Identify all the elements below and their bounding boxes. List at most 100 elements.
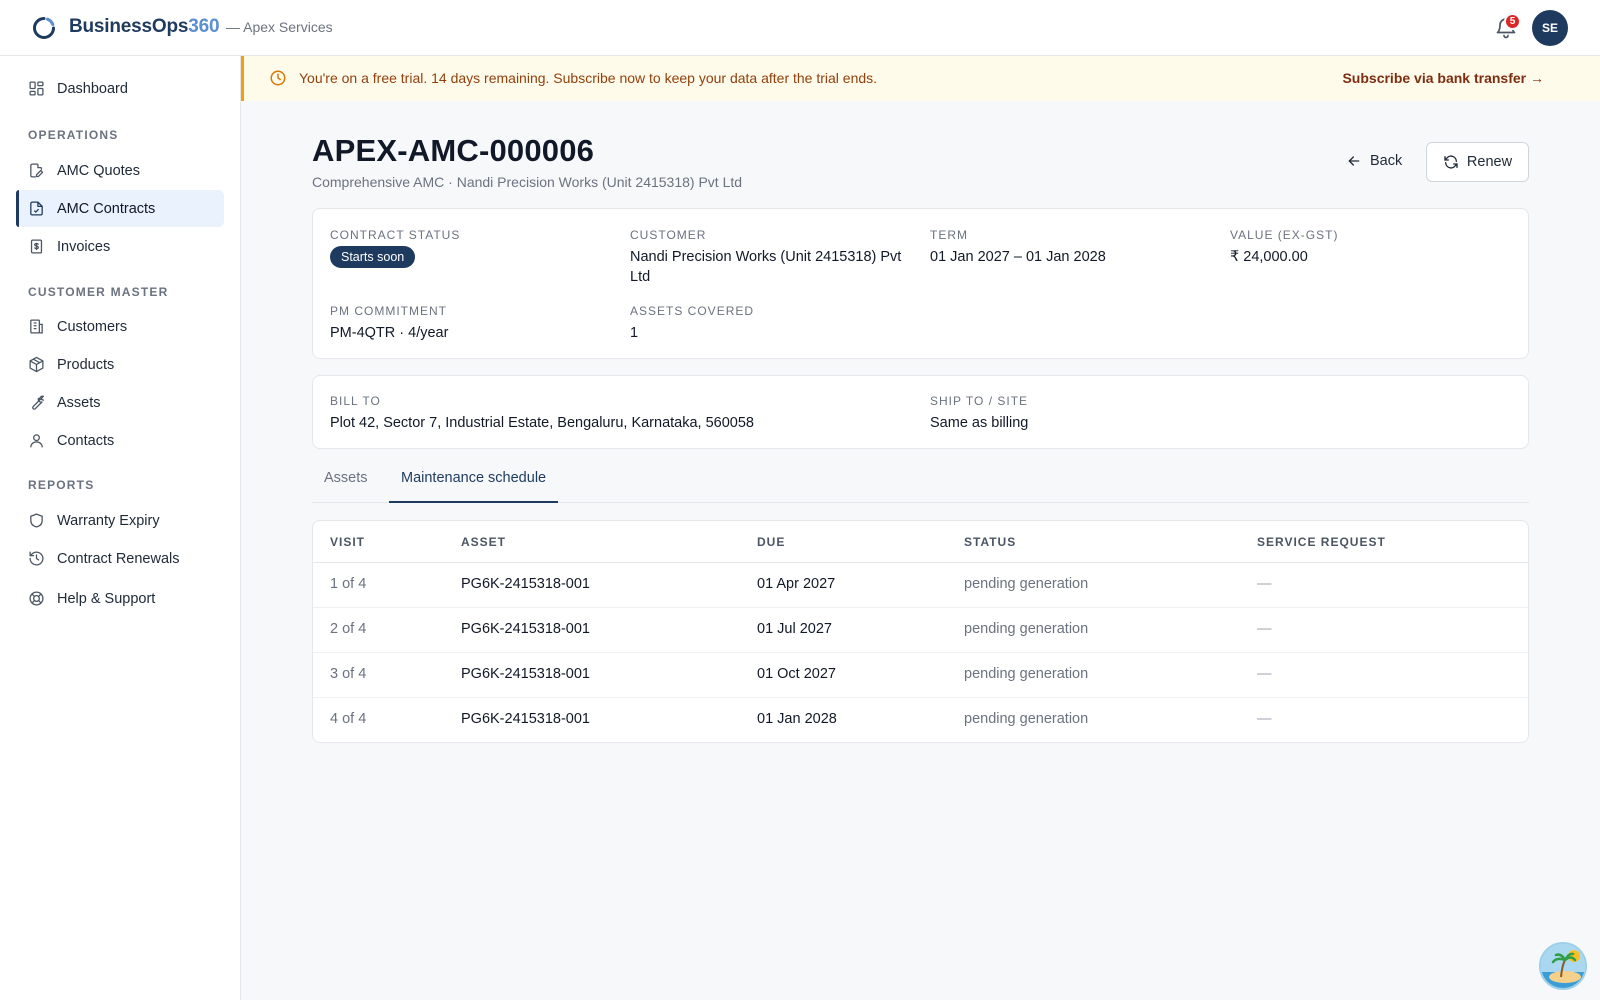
sidebar-item-contacts[interactable]: Contacts [16, 422, 224, 459]
top-bar: BusinessOps360 — Apex Services 5 SE [0, 0, 1600, 56]
sidebar-item-invoices[interactable]: Invoices [16, 228, 224, 265]
value-amount: ₹ 24,000.00 [1230, 249, 1308, 265]
assets-covered-value: 1 [630, 325, 639, 341]
ship-to-value: Same as billing [930, 415, 1029, 431]
renew-button[interactable]: Renew [1426, 142, 1529, 182]
table-row[interactable]: 3 of 4 PG6K-2415318-001 01 Oct 2027 pend… [313, 653, 1528, 698]
renew-label: Renew [1466, 154, 1513, 170]
org-name: — Apex Services [226, 19, 333, 35]
pm-commitment-label: PM COMMITMENT [330, 304, 447, 318]
pm-commitment-value: PM-4QTR · 4/year [330, 325, 449, 341]
asset-cell[interactable]: PG6K-2415318-001 [461, 621, 590, 637]
clock-icon [270, 70, 286, 86]
customer-value[interactable]: Nandi Precision Works (Unit 2415318) Pvt… [630, 247, 910, 287]
package-icon [29, 356, 44, 373]
assistant-widget[interactable] [1539, 942, 1587, 990]
page-subtitle: Comprehensive AMC · Nandi Precision Work… [312, 174, 743, 190]
sidebar-item-contract-renewals[interactable]: Contract Renewals [16, 540, 224, 577]
service-request-cell: — [1257, 576, 1272, 592]
contract-status-label: CONTRACT STATUS [330, 228, 461, 242]
sidebar-item-label: Assets [57, 394, 101, 411]
due-cell: 01 Jul 2027 [757, 621, 832, 637]
visit-cell: 3 of 4 [330, 666, 367, 682]
status-badge: Starts soon [330, 246, 416, 268]
header-due: DUE [757, 535, 786, 549]
sidebar-item-customers[interactable]: Customers [16, 308, 224, 345]
logo-icon [33, 17, 55, 39]
back-label: Back [1370, 153, 1403, 169]
refresh-icon [1444, 155, 1458, 169]
header-service-request: SERVICE REQUEST [1257, 535, 1386, 549]
section-reports: REPORTS [28, 478, 95, 492]
asset-cell[interactable]: PG6K-2415318-001 [461, 576, 590, 592]
sidebar-item-label: AMC Quotes [57, 162, 140, 179]
status-cell: pending generation [964, 666, 1089, 682]
table-row[interactable]: 2 of 4 PG6K-2415318-001 01 Jul 2027 pend… [313, 608, 1528, 653]
lifebuoy-icon [29, 591, 44, 606]
bill-to-label: BILL TO [330, 394, 381, 408]
service-request-cell: — [1257, 666, 1272, 682]
dashboard-icon [29, 81, 44, 96]
brand-main: BusinessOps [69, 16, 189, 37]
asset-cell[interactable]: PG6K-2415318-001 [461, 711, 590, 727]
bill-to-value: Plot 42, Sector 7, Industrial Estate, Be… [330, 415, 754, 431]
contract-summary-card: CONTRACT STATUS Starts soon CUSTOMER Nan… [312, 208, 1529, 359]
table-row[interactable]: 1 of 4 PG6K-2415318-001 01 Apr 2027 pend… [313, 563, 1528, 608]
assets-covered-label: ASSETS COVERED [630, 304, 755, 318]
sidebar-item-label: Customers [57, 318, 128, 335]
shield-icon [30, 513, 43, 528]
avatar[interactable]: SE [1532, 10, 1568, 46]
brand-name[interactable]: BusinessOps360 [69, 16, 220, 38]
user-icon [30, 434, 43, 448]
sidebar-item-dashboard[interactable]: Dashboard [16, 70, 224, 107]
sidebar-item-label: Contract Renewals [57, 550, 180, 567]
header-visit: VISIT [330, 535, 366, 549]
term-label: TERM [930, 228, 968, 242]
status-cell: pending generation [964, 621, 1089, 637]
wrench-icon [32, 395, 45, 410]
sidebar-item-amc-contracts[interactable]: AMC Contracts [16, 190, 224, 227]
table-row[interactable]: 4 of 4 PG6K-2415318-001 01 Jan 2028 pend… [313, 698, 1528, 742]
subscribe-link[interactable]: Subscribe via bank transfer → [1342, 70, 1544, 86]
value-label: VALUE (EX-GST) [1230, 228, 1339, 242]
building-icon [30, 319, 43, 334]
status-cell: pending generation [964, 576, 1089, 592]
trial-banner: You're on a free trial. 14 days remainin… [241, 56, 1600, 101]
visit-cell: 4 of 4 [330, 711, 367, 727]
file-check-icon [30, 201, 43, 216]
island-icon [1541, 944, 1585, 988]
sidebar-item-label: Help & Support [57, 590, 156, 607]
due-cell: 01 Apr 2027 [757, 576, 836, 592]
sidebar-item-label: AMC Contracts [57, 200, 156, 217]
service-request-cell: — [1257, 711, 1272, 727]
service-request-cell: — [1257, 621, 1272, 637]
section-customer-master: CUSTOMER MASTER [28, 285, 169, 299]
arrow-left-icon [1348, 156, 1360, 166]
sidebar-item-amc-quotes[interactable]: AMC Quotes [16, 152, 224, 189]
header-status: STATUS [964, 535, 1017, 549]
header-asset: ASSET [461, 535, 507, 549]
sidebar-item-label: Invoices [57, 238, 111, 255]
sidebar: Dashboard OPERATIONS AMC Quotes AMC Cont… [0, 56, 241, 1000]
sidebar-item-label: Contacts [57, 432, 115, 449]
term-value: 01 Jan 2027 – 01 Jan 2028 [930, 249, 1106, 265]
sidebar-item-assets[interactable]: Assets [16, 384, 224, 421]
visit-cell: 2 of 4 [330, 621, 367, 637]
sidebar-item-help-support[interactable]: Help & Support [16, 580, 224, 617]
tab-assets[interactable]: Assets [312, 470, 380, 503]
asset-cell[interactable]: PG6K-2415318-001 [461, 666, 590, 682]
ship-to-label: SHIP TO / SITE [930, 394, 1029, 408]
page-title: APEX-AMC-000006 [312, 133, 595, 168]
history-icon [29, 551, 44, 566]
back-button[interactable]: Back [1334, 142, 1414, 180]
sidebar-item-products[interactable]: Products [16, 346, 224, 383]
sidebar-item-warranty-expiry[interactable]: Warranty Expiry [16, 502, 224, 539]
due-cell: 01 Oct 2027 [757, 666, 836, 682]
due-cell: 01 Jan 2028 [757, 711, 837, 727]
section-operations: OPERATIONS [28, 128, 119, 142]
trial-message: You're on a free trial. 14 days remainin… [299, 70, 878, 86]
tab-maintenance-schedule[interactable]: Maintenance schedule [389, 470, 559, 503]
sidebar-item-label: Dashboard [57, 80, 128, 97]
file-edit-icon [30, 163, 44, 178]
maintenance-schedule-table: VISIT ASSET DUE STATUS SERVICE REQUEST 1… [312, 520, 1529, 743]
